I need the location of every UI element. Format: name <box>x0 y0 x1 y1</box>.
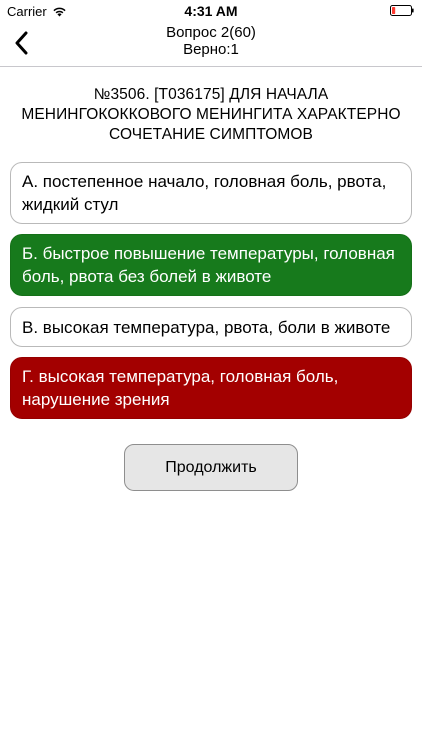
answer-option-b[interactable]: Б. быстрое повышение температуры, головн… <box>10 234 412 296</box>
nav-subtitle: Верно:1 <box>183 41 239 58</box>
answer-option-d[interactable]: Г. высокая температура, головная боль, н… <box>10 357 412 419</box>
question-text: №3506. [Т036175] ДЛЯ НАЧАЛА МЕНИНГОКОККО… <box>21 86 401 143</box>
answer-option-a[interactable]: А. постепенное начало, головная боль, рв… <box>10 162 412 224</box>
status-time: 4:31 AM <box>184 3 238 19</box>
answer-label: В. высокая температура, рвота, боли в жи… <box>22 317 391 337</box>
battery-icon <box>390 5 414 16</box>
continue-button[interactable]: Продолжить <box>124 444 298 491</box>
answer-label: А. постепенное начало, головная боль, рв… <box>22 172 387 214</box>
answer-label: Б. быстрое повышение температуры, головн… <box>22 244 395 286</box>
navigation-bar: Вопрос 2(60) Верно:1 <box>0 20 422 67</box>
chevron-left-icon <box>15 31 28 55</box>
answer-label: Г. высокая температура, головная боль, н… <box>22 367 339 409</box>
nav-title: Вопрос 2(60) <box>166 24 256 41</box>
back-button[interactable] <box>6 28 36 58</box>
status-bar: Carrier 4:31 AM <box>0 0 422 22</box>
answer-option-c[interactable]: В. высокая температура, рвота, боли в жи… <box>10 307 412 347</box>
